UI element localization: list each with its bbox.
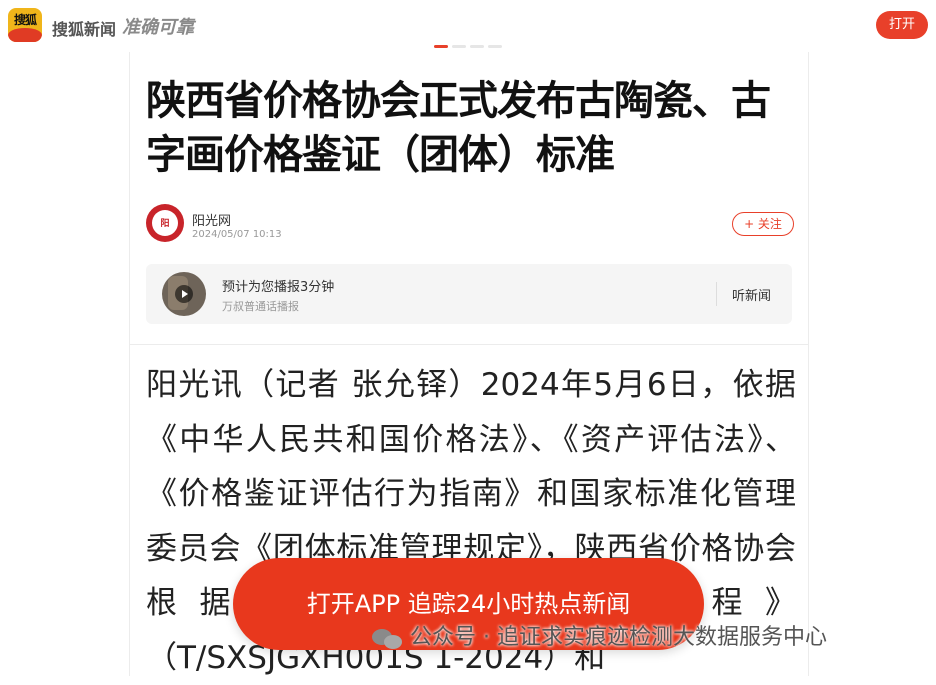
publish-date: 2024/05/07 10:13: [192, 229, 282, 240]
brand-name: 搜狐新闻: [52, 20, 117, 39]
avatar-mark-icon: 阳: [160, 219, 170, 229]
audio-subtitle: 万叔普通话播报: [222, 300, 299, 313]
follow-button[interactable]: + 关注: [732, 212, 794, 236]
carousel-indicator: [434, 45, 504, 48]
header-separator: [130, 344, 808, 345]
indicator-dot: [470, 45, 484, 48]
logo-text: 搜狐: [13, 13, 37, 27]
author-name[interactable]: 阳光网: [192, 210, 231, 229]
article-title: 陕西省价格协会正式发布古陶瓷、古字画价格鉴证（团体）标准: [146, 78, 771, 178]
top-bar: 搜狐 搜狐新闻 准确可靠 打开: [0, 0, 936, 52]
indicator-dot-active: [434, 45, 448, 48]
wechat-bubble-small: [384, 635, 402, 649]
listen-news-button[interactable]: 听新闻: [732, 285, 771, 304]
brand-slogan: 准确可靠: [122, 17, 194, 38]
wechat-icon: [372, 629, 406, 649]
audio-divider: [716, 282, 717, 306]
audio-title: 预计为您播报3分钟: [222, 280, 335, 295]
open-button[interactable]: 打开: [876, 11, 928, 39]
audio-thumbnail: [162, 272, 206, 316]
indicator-dot: [488, 45, 502, 48]
audio-player[interactable]: 预计为您播报3分钟 万叔普通话播报 听新闻: [146, 264, 792, 324]
author-avatar[interactable]: 阳: [146, 204, 184, 242]
sohu-logo[interactable]: 搜狐: [8, 8, 42, 42]
play-icon[interactable]: [175, 285, 193, 303]
watermark-text: 公众号 · 追证求实痕迹检测大数据服务中心: [410, 625, 827, 650]
indicator-dot: [452, 45, 466, 48]
logo-sun-shape: [8, 28, 42, 42]
